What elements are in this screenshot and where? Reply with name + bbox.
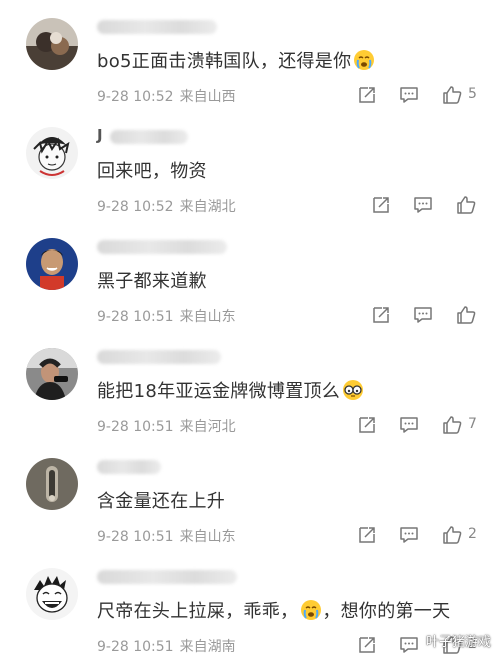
location: 来自山西: [179, 89, 236, 105]
comment-item: 黑子都来道歉 9-28 10:51 来自山东: [0, 220, 497, 330]
comment-item: 尺帝在头上拉屎，乖乖， ，想你的第一天 9-28 10:51 来自湖南 2: [0, 550, 497, 660]
username[interactable]: [110, 130, 188, 144]
comment-text: bo5正面击溃韩国队，还得是你: [97, 47, 375, 73]
comment-icon[interactable]: [412, 194, 434, 216]
comment-meta: 9-28 10:51 来自山东: [97, 306, 242, 326]
timestamp: 9-28 10:51: [97, 639, 174, 655]
avatar[interactable]: [26, 127, 78, 179]
thumbs-up-icon[interactable]: [441, 414, 463, 436]
crying-face-icon: [353, 49, 375, 71]
comment-item: J 回来吧，物资 9-28 10:52 来自湖北: [0, 110, 497, 220]
crying-face-icon: [300, 599, 322, 621]
share-icon[interactable]: [356, 84, 378, 106]
comment-item: 含金量还在上升 9-28 10:51 来自山东 2: [0, 440, 497, 550]
comment-icon[interactable]: [398, 84, 420, 106]
watermark: 叶子猪游戏: [425, 635, 491, 650]
username[interactable]: [97, 460, 161, 474]
avatar[interactable]: [26, 348, 78, 400]
thumbs-up-icon[interactable]: [455, 194, 477, 216]
comment-meta: 9-28 10:51 来自河北: [97, 416, 242, 436]
glasses-face-icon: [342, 379, 364, 401]
timestamp: 9-28 10:51: [97, 419, 174, 435]
comment-text: 黑子都来道歉: [97, 271, 207, 292]
share-icon[interactable]: [370, 194, 392, 216]
comment-meta: 9-28 10:52 来自湖北: [97, 196, 242, 216]
like-count: 2: [468, 526, 477, 542]
location: 来自湖北: [179, 199, 236, 215]
share-icon[interactable]: [356, 634, 378, 656]
avatar[interactable]: [26, 18, 78, 70]
comment-text: 能把18年亚运金牌微博置顶么: [97, 377, 364, 403]
comment-text: 回来吧，物资: [97, 161, 207, 182]
comment-icon[interactable]: [398, 524, 420, 546]
comment-meta: 9-28 10:51 来自山东: [97, 526, 242, 546]
location: 来自湖南: [179, 639, 236, 655]
thumbs-up-icon[interactable]: [441, 84, 463, 106]
thumbs-up-icon[interactable]: [441, 524, 463, 546]
timestamp: 9-28 10:52: [97, 199, 174, 215]
comment-icon[interactable]: [412, 304, 434, 326]
comment-meta: 9-28 10:52 来自山西: [97, 86, 242, 106]
thumbs-up-icon[interactable]: [455, 304, 477, 326]
share-icon[interactable]: [356, 524, 378, 546]
comment-item: bo5正面击溃韩国队，还得是你 9-28 10:52 来自山西 5: [0, 0, 497, 110]
username[interactable]: [97, 350, 221, 364]
like-count: 7: [468, 416, 477, 432]
comment-text: 尺帝在头上拉屎，乖乖， ，想你的第一天: [97, 599, 451, 622]
avatar[interactable]: [26, 458, 78, 510]
location: 来自山东: [179, 529, 236, 545]
timestamp: 9-28 10:51: [97, 529, 174, 545]
comment-icon[interactable]: [398, 414, 420, 436]
share-icon[interactable]: [356, 414, 378, 436]
location: 来自山东: [179, 309, 236, 325]
location: 来自河北: [179, 419, 236, 435]
comment-meta: 9-28 10:51 来自湖南: [97, 636, 242, 656]
timestamp: 9-28 10:52: [97, 89, 174, 105]
username[interactable]: [97, 570, 237, 584]
avatar[interactable]: [26, 238, 78, 290]
avatar[interactable]: [26, 568, 78, 620]
username-initial[interactable]: J: [97, 126, 103, 144]
comment-icon[interactable]: [398, 634, 420, 656]
comment-item: 能把18年亚运金牌微博置顶么 9-28 10:51 来自河北 7: [0, 330, 497, 440]
share-icon[interactable]: [370, 304, 392, 326]
like-count: 5: [468, 86, 477, 102]
comment-text: 含金量还在上升: [97, 491, 226, 512]
username[interactable]: [97, 240, 227, 254]
username[interactable]: [97, 20, 217, 34]
timestamp: 9-28 10:51: [97, 309, 174, 325]
